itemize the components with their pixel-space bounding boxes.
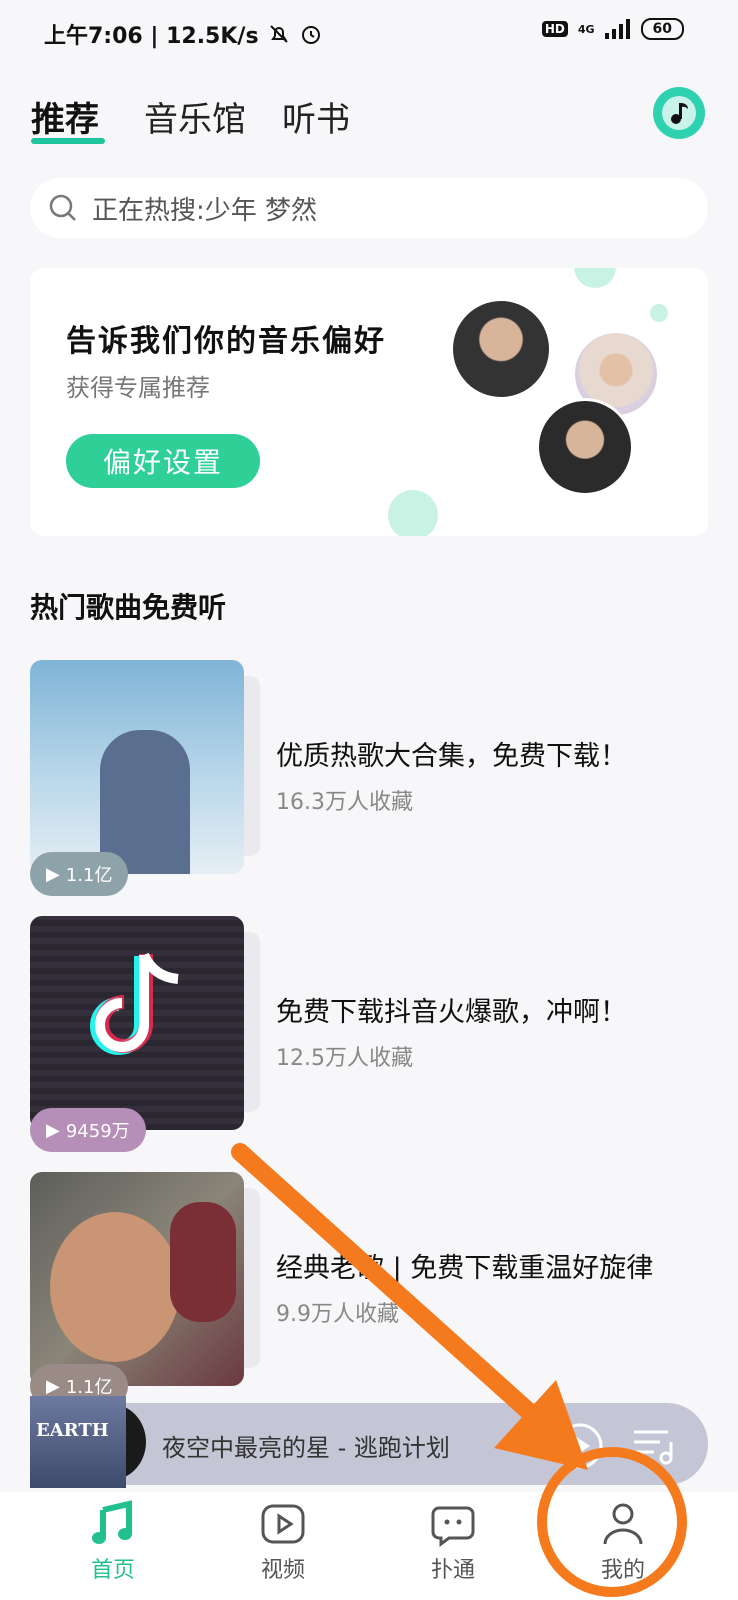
search-bar[interactable]: 正在热搜:少年 梦然 [30,178,708,238]
music-note-icon [671,103,688,124]
playlist-collect-count: 16.3万人收藏 [276,790,413,815]
decor-bubble [650,304,668,322]
search-placeholder: 正在热搜:少年 梦然 [92,195,318,226]
status-time: 上午7:06 | 12.5K/s [44,24,259,49]
battery-indicator: 60 [640,18,684,40]
network-label: 4G [577,22,595,36]
playlist-cover[interactable] [30,660,244,874]
playlist-cover[interactable] [30,1172,244,1386]
cover-text: EARTH [36,1420,109,1441]
play-icon: ▶ [46,1375,60,1397]
play-count-badge: ▶ 9459万 [30,1108,146,1152]
nav-label: 首页 [90,1558,135,1583]
preference-title: 告诉我们你的音乐偏好 [66,324,386,359]
music-note-icon [92,1500,132,1544]
status-time-speed: 上午7:06 | 12.5K/s [44,18,323,50]
playlist-collect-count: 9.9万人收藏 [276,1302,399,1327]
playlist-collect-count: 12.5万人收藏 [276,1046,413,1071]
play-count: 9459万 [65,1121,130,1142]
now-playing-title[interactable]: 夜空中最亮的星 - 逃跑计划 [162,1428,450,1463]
status-indicators: HD 4G 60 [541,18,684,40]
nav-label: 我的 [600,1558,645,1583]
tab-audiobook[interactable]: 听书 [282,92,350,141]
nav-label: 视频 [260,1558,305,1583]
nav-mine[interactable]: 我的 [563,1500,683,1584]
nav-video[interactable]: 视频 [223,1500,343,1584]
active-tab-indicator [31,138,105,144]
cover-face [50,1212,180,1362]
alarm-icon [301,26,320,44]
nav-label: 扑通 [430,1558,475,1583]
playlist-queue-icon[interactable] [632,1426,676,1466]
hot-songs-section-title: 热门歌曲免费听 [30,591,227,624]
music-recognition-button[interactable] [653,87,705,139]
search-icon [49,194,76,221]
cover-teddy [170,1202,236,1322]
signal-icon [604,19,630,39]
playlist-title[interactable]: 优质热歌大合集，免费下载！ [276,734,627,773]
mute-bell-icon [269,25,288,43]
play-icon: ▶ [46,863,60,885]
hd-badge: HD [541,21,568,37]
tab-music-hall[interactable]: 音乐馆 [144,92,246,141]
artist-avatar[interactable] [450,298,552,400]
playlist-title[interactable]: 经典老歌 | 免费下载重温好旋律 [276,1246,653,1285]
decor-bubble [388,490,438,536]
play-pause-button[interactable] [556,1422,604,1470]
playlist-cover[interactable] [30,916,244,1130]
play-icon: ▶ [46,1119,60,1141]
tiktok-logo-icon [90,952,179,1055]
mini-player-cover[interactable]: EARTH [30,1396,126,1488]
chat-bubble-icon [431,1506,475,1547]
play-count: 1.1亿 [65,865,113,886]
preference-settings-button[interactable]: 偏好设置 [66,434,260,488]
video-play-icon [261,1504,305,1544]
playlist-title[interactable]: 免费下载抖音火爆歌，冲啊！ [276,990,627,1029]
profile-icon [603,1503,643,1545]
nav-home[interactable]: 首页 [53,1500,173,1584]
decor-bubble [574,268,616,288]
preference-subtitle: 获得专属推荐 [66,374,210,402]
tab-recommend[interactable]: 推荐 [31,92,99,141]
nav-putong[interactable]: 扑通 [393,1500,513,1584]
artist-avatar[interactable] [536,398,634,496]
play-count-badge: ▶ 1.1亿 [30,852,129,896]
preference-card: 告诉我们你的音乐偏好 获得专属推荐 偏好设置 [30,268,708,536]
